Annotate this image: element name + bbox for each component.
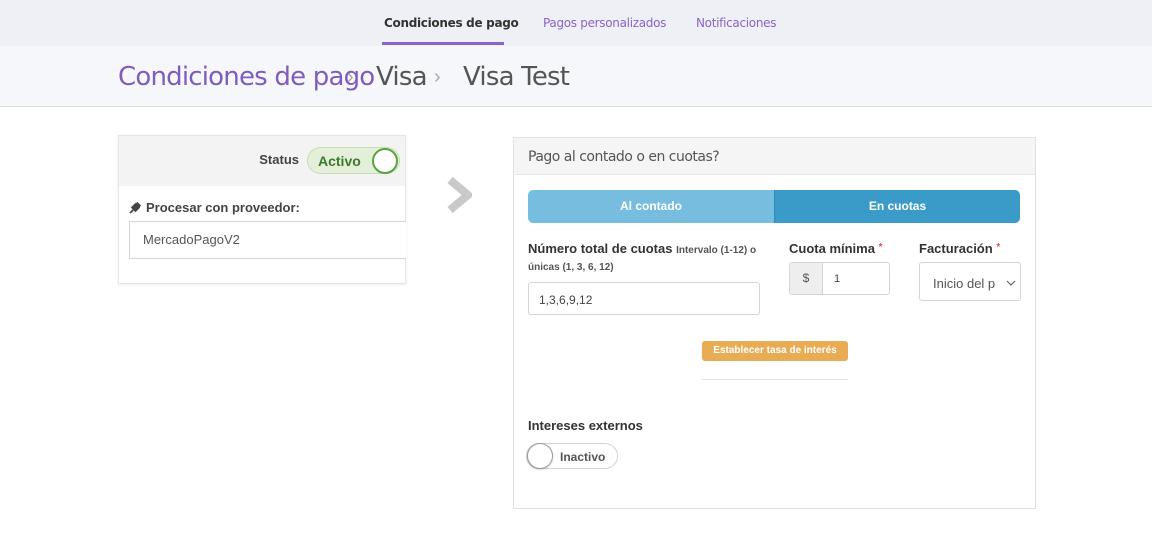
breadcrumb-condiciones-de-pago[interactable]: Condiciones de pago bbox=[118, 62, 375, 92]
required-asterisk: * bbox=[996, 242, 1001, 253]
external-interest-toggle[interactable]: Inactivo bbox=[526, 443, 618, 469]
cuotas-label: Número total de cuotas bbox=[528, 241, 673, 256]
external-interest-label: Intereses externos bbox=[528, 418, 643, 433]
chevron-right-icon bbox=[447, 177, 472, 213]
provider-value: MercadoPagoV2 bbox=[143, 232, 240, 247]
status-label: Status bbox=[259, 152, 299, 167]
cuota-minima-input[interactable]: $ 1 bbox=[789, 262, 890, 295]
provider-card: Status Activo Procesar con proveedor: Me… bbox=[118, 135, 406, 284]
external-interest-toggle-label: Inactivo bbox=[560, 450, 606, 464]
segment-al-contado[interactable]: Al contado bbox=[528, 190, 774, 223]
provider-label: Procesar con proveedor: bbox=[146, 200, 300, 215]
payment-mode-segmented-control: Al contado En cuotas bbox=[528, 190, 1020, 223]
active-tab-underline bbox=[382, 42, 504, 45]
divider bbox=[702, 379, 848, 380]
top-nav: Condiciones de pago Pagos personalizados… bbox=[0, 0, 1152, 46]
provider-select[interactable]: MercadoPagoV2 bbox=[129, 221, 406, 259]
segment-en-cuotas[interactable]: En cuotas bbox=[774, 190, 1020, 223]
payment-card-title: Pago al contado o en cuotas? bbox=[528, 149, 720, 165]
facturacion-select[interactable]: Inicio del p bbox=[919, 262, 1021, 301]
status-toggle-label: Activo bbox=[318, 153, 361, 169]
tab-condiciones-de-pago[interactable]: Condiciones de pago bbox=[384, 16, 519, 30]
currency-addon: $ bbox=[790, 263, 823, 294]
breadcrumb-separator: › bbox=[347, 66, 354, 88]
cuotas-input[interactable]: 1,3,6,9,12 bbox=[528, 282, 760, 315]
facturacion-label-row: Facturación * bbox=[919, 241, 1000, 256]
cuotas-hint-2: únicas (1, 3, 6, 12) bbox=[528, 262, 614, 273]
set-interest-rate-button[interactable]: Establecer tasa de interés bbox=[702, 341, 848, 361]
cuota-minima-label: Cuota mínima bbox=[789, 241, 875, 256]
status-toggle-knob bbox=[372, 148, 398, 174]
breadcrumb-visa[interactable]: Visa bbox=[376, 62, 428, 92]
breadcrumb-current: Visa Test bbox=[463, 62, 570, 92]
cuotas-hint: Intervalo (1-12) o bbox=[676, 245, 757, 256]
status-toggle[interactable]: Activo bbox=[307, 147, 400, 174]
tab-notificaciones[interactable]: Notificaciones bbox=[696, 16, 776, 30]
provider-label-row: Procesar con proveedor: bbox=[129, 200, 300, 215]
facturacion-label: Facturación bbox=[919, 241, 993, 256]
cuotas-label-row: Número total de cuotas Intervalo (1-12) … bbox=[528, 241, 756, 256]
payment-card-header: Pago al contado o en cuotas? bbox=[514, 138, 1035, 175]
chevron-down-icon bbox=[1006, 280, 1016, 286]
required-asterisk: * bbox=[878, 242, 883, 253]
breadcrumb-separator: › bbox=[434, 66, 441, 88]
external-interest-toggle-knob bbox=[527, 443, 553, 469]
facturacion-value: Inicio del p bbox=[933, 276, 996, 291]
cuota-minima-label-row: Cuota mínima * bbox=[789, 241, 883, 256]
cuota-minima-value: 1 bbox=[834, 273, 841, 285]
tab-pagos-personalizados[interactable]: Pagos personalizados bbox=[543, 16, 666, 30]
cuotas-value: 1,3,6,9,12 bbox=[539, 293, 593, 307]
plug-icon bbox=[129, 201, 142, 214]
